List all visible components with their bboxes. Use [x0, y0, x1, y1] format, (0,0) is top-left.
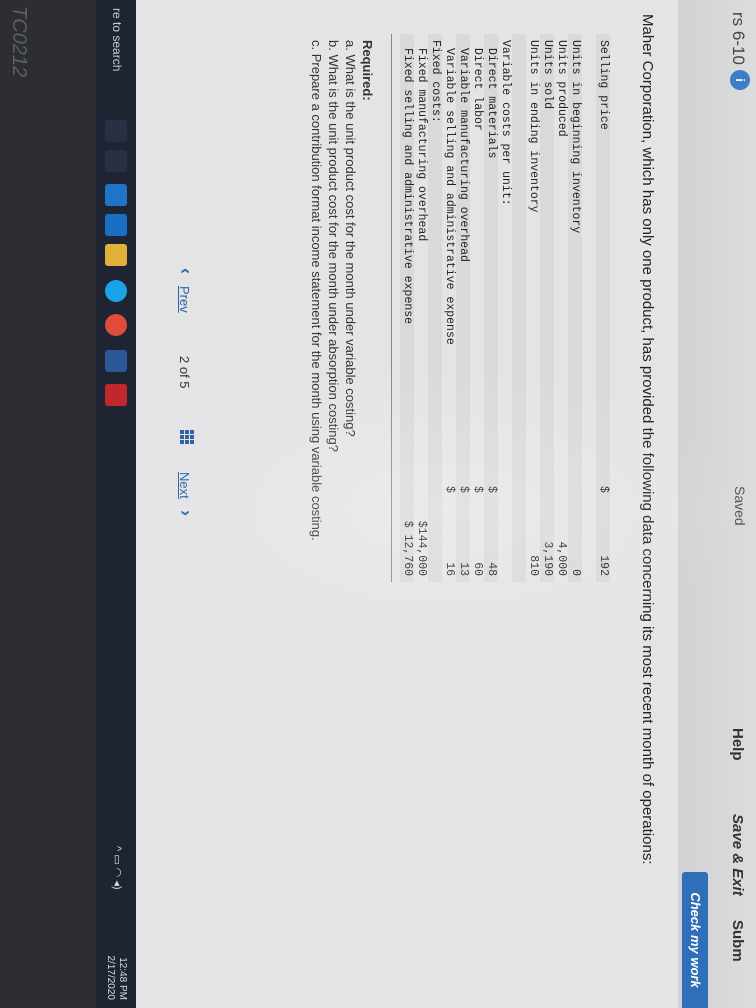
submit-link[interactable]: Subm: [729, 920, 746, 962]
prev-button[interactable]: Prev: [177, 286, 192, 313]
check-my-work-button[interactable]: Check my work: [682, 872, 708, 1008]
required-item-c: c. Prepare a contribution format income …: [309, 40, 324, 541]
table-row: Fixed manufacturing overhead $144,000: [414, 34, 428, 582]
table-row: [582, 34, 596, 582]
table-divider: [391, 34, 392, 582]
table-row: Units produced 4,000: [554, 34, 568, 582]
row-value: $144,000: [415, 520, 428, 576]
table-row: [512, 34, 526, 582]
required-item-a: a. What is the unit product cost for the…: [343, 40, 358, 437]
table-row: Units sold 3,190: [540, 34, 554, 582]
row-value: 0: [569, 569, 582, 576]
row-label: Direct labor: [471, 48, 484, 131]
monitor-bezel: TC0212: [0, 0, 96, 1008]
row-label: Units in ending inventory: [527, 40, 540, 213]
chevron-right-icon[interactable]: ›: [175, 510, 196, 516]
row-label: Units sold: [541, 40, 554, 110]
row-currency: $: [485, 486, 498, 493]
row-currency: $: [443, 486, 456, 493]
saved-status: Saved: [732, 486, 748, 526]
row-value: 192: [597, 555, 610, 576]
row-currency: $: [597, 486, 610, 493]
row-label: Units produced: [555, 40, 568, 137]
table-row: Variable costs per unit:: [498, 34, 512, 582]
acrobat-icon[interactable]: [105, 384, 127, 406]
row-value: 3,190: [541, 541, 554, 576]
assignment-title: rs 6-10: [729, 12, 748, 65]
clock-date: 2/17/2020: [105, 955, 116, 1001]
table-row: Variable selling and administrative expe…: [442, 34, 456, 582]
table-row: Fixed selling and administrative expense…: [400, 34, 414, 582]
row-value: 60: [471, 562, 484, 576]
bezel-label: TC0212: [8, 6, 30, 78]
row-value: $ 12,760: [401, 520, 414, 576]
row-label: Fixed costs:: [429, 40, 442, 123]
clock[interactable]: 12:48 PM 2/17/2020: [104, 880, 128, 1001]
row-value: 4,000: [555, 541, 568, 576]
row-label: Fixed selling and administrative expense: [401, 48, 414, 325]
next-button[interactable]: Next: [177, 472, 192, 499]
row-label: Direct materials: [485, 48, 498, 159]
rotated-screen: rs 6-10 i Saved Help Save & Exit Subm Ch…: [0, 0, 756, 1008]
outlook-icon[interactable]: [105, 214, 127, 236]
row-currency: $: [457, 486, 470, 493]
row-value: 13: [457, 562, 470, 576]
table-row: Selling price $192: [596, 34, 610, 582]
table-row: Variable manufacturing overhead $13: [456, 34, 470, 582]
skype-icon[interactable]: [105, 280, 127, 302]
required-heading: Required:: [360, 40, 375, 101]
question-text: Maher Corporation, which has only one pr…: [639, 14, 656, 865]
data-table: Selling price $192 Units in beginning inve…: [400, 34, 610, 582]
question-navigation: ‹ Prev 2 of 5 Next ›: [168, 0, 198, 1008]
edge-browser-icon[interactable]: [105, 184, 127, 206]
grid-icon[interactable]: [180, 430, 194, 444]
windows-taskbar: re to search ^ ▭ ◠ ◂) 12:48 PM 2/17/2020: [96, 0, 136, 1008]
row-value: 48: [485, 562, 498, 576]
info-icon[interactable]: i: [730, 70, 750, 90]
page-indicator: 2 of 5: [177, 356, 192, 389]
row-label: Selling price: [597, 40, 610, 130]
required-item-b: b. What is the unit product cost for the…: [326, 40, 341, 452]
row-label: Units in beginning inventory: [569, 40, 582, 234]
table-row: Units in beginning inventory 0: [568, 34, 582, 582]
clock-time: 12:48 PM: [117, 957, 128, 1000]
row-label: Variable selling and administrative expe…: [443, 48, 456, 345]
table-row: Direct labor $60: [470, 34, 484, 582]
table-row: Units in ending inventory 810: [526, 34, 540, 582]
microphone-icon[interactable]: [105, 120, 127, 142]
row-value: 810: [527, 555, 540, 576]
save-exit-link[interactable]: Save & Exit: [729, 814, 746, 896]
chrome-icon[interactable]: [105, 314, 127, 336]
required-section: Required: a. What is the unit product co…: [308, 40, 376, 800]
table-row: Direct materials $48: [484, 34, 498, 582]
row-label: Fixed manufacturing overhead: [415, 48, 428, 242]
task-view-icon[interactable]: [105, 150, 127, 172]
chevron-left-icon[interactable]: ‹: [175, 268, 196, 274]
row-label: Variable costs per unit:: [499, 40, 512, 206]
assignment-header: rs 6-10 i Saved Help Save & Exit Subm Ch…: [678, 0, 756, 1008]
word-icon[interactable]: [105, 350, 127, 372]
row-value: 16: [443, 562, 456, 576]
help-link[interactable]: Help: [729, 728, 746, 761]
table-row: Fixed costs:: [428, 34, 442, 582]
file-explorer-icon[interactable]: [105, 244, 127, 266]
taskbar-search[interactable]: re to search: [110, 8, 124, 71]
row-label: Variable manufacturing overhead: [457, 48, 470, 262]
row-currency: $: [471, 486, 484, 493]
